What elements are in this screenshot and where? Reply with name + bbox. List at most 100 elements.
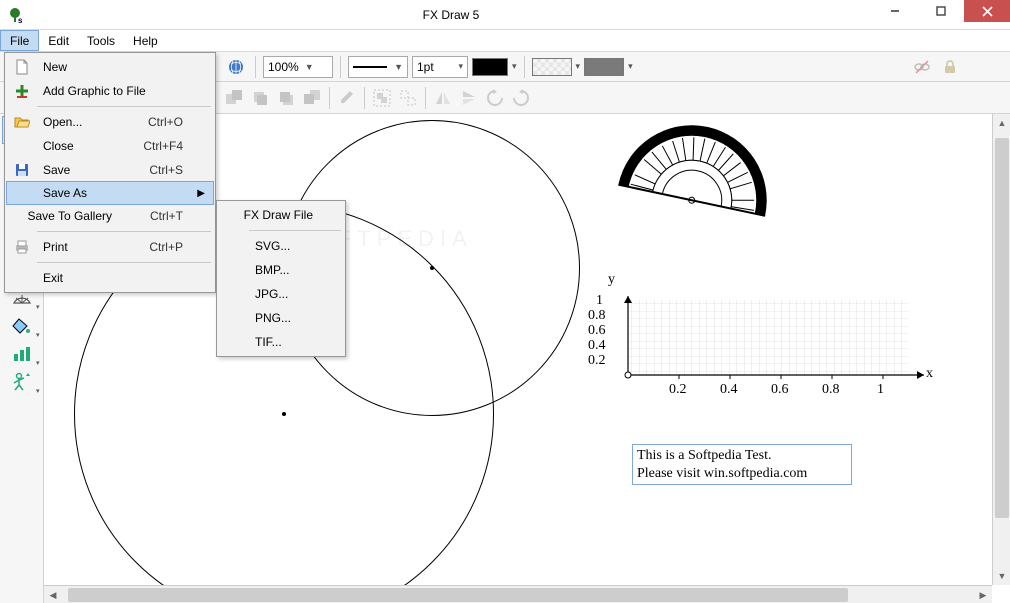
figure-tool[interactable]: ▾	[2, 368, 42, 396]
fill-tool[interactable]: ▾	[2, 312, 42, 340]
print-icon	[11, 240, 33, 254]
menu-separator	[249, 230, 341, 231]
text-line: This is a Softpedia Test.	[637, 447, 847, 465]
ungroup-icon[interactable]	[396, 86, 420, 110]
submenu-item-fxdraw[interactable]: FX Draw File	[219, 203, 343, 227]
dropdown-arrow-icon[interactable]: ▾	[628, 61, 633, 72]
stroke-color-well[interactable]	[472, 58, 508, 76]
dropdown-arrow-icon: ▾	[458, 61, 463, 72]
chevron-down-icon: ▾	[36, 303, 40, 311]
flip-v-icon[interactable]	[457, 86, 481, 110]
submenu-item-jpg[interactable]: JPG...	[219, 282, 343, 306]
text-line: Please visit win.softpedia.com	[637, 465, 847, 483]
vertical-scrollbar[interactable]: ▲ ▼	[992, 114, 1010, 585]
bring-front-icon[interactable]	[222, 86, 246, 110]
save-as-submenu: FX Draw File SVG... BMP... JPG... PNG...…	[216, 200, 346, 357]
protractor-shape[interactable]	[605, 114, 792, 233]
y-tick-label: 0.8	[588, 308, 606, 324]
x-tick-label: 0.4	[720, 382, 738, 398]
send-backward-icon[interactable]	[274, 86, 298, 110]
menu-item-save-as[interactable]: Save As ▶	[6, 181, 214, 205]
dropdown-arrow-icon[interactable]: ▾	[512, 61, 517, 72]
lineweight-value: 1pt	[417, 60, 434, 74]
menu-separator	[37, 262, 211, 263]
menu-item-add-graphic[interactable]: Add Graphic to File	[7, 79, 213, 103]
separator	[425, 87, 426, 109]
menu-item-print[interactable]: Print Ctrl+P	[7, 235, 213, 259]
dropdown-arrow-icon: ▼	[305, 62, 314, 72]
group-icon[interactable]	[370, 86, 394, 110]
menu-item-exit[interactable]: Exit	[7, 266, 213, 290]
add-icon	[11, 84, 33, 98]
menu-help[interactable]: Help	[124, 30, 167, 51]
menu-item-open[interactable]: Open... Ctrl+O	[7, 110, 213, 134]
separator	[340, 56, 341, 78]
scroll-right-button[interactable]: ▶	[974, 586, 992, 603]
scroll-down-button[interactable]: ▼	[993, 567, 1010, 585]
text-object[interactable]: This is a Softpedia Test. Please visit w…	[632, 444, 852, 485]
app-icon: s	[6, 6, 24, 24]
chart-tool[interactable]: ▾	[2, 340, 42, 368]
scroll-thumb[interactable]	[68, 588, 848, 602]
menu-separator	[37, 231, 211, 232]
linestyle-combo[interactable]: ▼	[348, 56, 408, 78]
circle-center-point	[282, 412, 286, 416]
menu-edit[interactable]: Edit	[39, 30, 78, 51]
x-tick-label: 0.6	[771, 382, 789, 398]
bring-forward-icon[interactable]	[248, 86, 272, 110]
svg-text:s: s	[18, 16, 23, 24]
flip-h-icon[interactable]	[431, 86, 455, 110]
minimize-button[interactable]	[872, 0, 918, 22]
save-icon	[11, 163, 33, 177]
chevron-down-icon: ▾	[36, 359, 40, 367]
file-menu-dropdown: New Add Graphic to File Open... Ctrl+O C…	[4, 52, 216, 293]
y-tick-label: 0.6	[588, 323, 606, 339]
menu-item-save-gallery[interactable]: Save To Gallery Ctrl+T	[7, 204, 213, 228]
scroll-up-button[interactable]: ▲	[993, 114, 1010, 132]
y-tick-label: 0.4	[588, 338, 606, 354]
folder-open-icon	[11, 115, 33, 129]
menu-item-new[interactable]: New	[7, 55, 213, 79]
chevron-down-icon: ▾	[36, 331, 40, 339]
fill-pattern-well[interactable]	[532, 58, 572, 76]
zoom-value: 100%	[268, 60, 299, 74]
scroll-thumb[interactable]	[995, 138, 1009, 518]
zoom-combo[interactable]: 100% ▼	[263, 56, 333, 78]
submenu-item-png[interactable]: PNG...	[219, 306, 343, 330]
axes-chart[interactable]: 1 0.8 0.6 0.4 0.2 y 0.2 0.4 0.6 0.8 1 x	[624, 296, 934, 395]
y-axis-label: y	[608, 272, 615, 288]
lineweight-combo[interactable]: 1pt ▾	[412, 56, 468, 78]
submenu-item-tif[interactable]: TIF...	[219, 330, 343, 354]
dropdown-arrow-icon[interactable]: ▾	[576, 61, 581, 72]
send-back-icon[interactable]	[300, 86, 324, 110]
brush-icon[interactable]	[335, 86, 359, 110]
menu-item-save[interactable]: Save Ctrl+S	[7, 158, 213, 182]
globe-tool-icon[interactable]	[224, 55, 248, 79]
fill-color-well[interactable]	[584, 58, 624, 76]
submenu-item-bmp[interactable]: BMP...	[219, 258, 343, 282]
maximize-button[interactable]	[918, 0, 964, 22]
rotate-right-icon[interactable]	[509, 86, 533, 110]
window-controls	[872, 0, 1010, 29]
x-axis-label: x	[926, 366, 933, 382]
menu-file[interactable]: File	[0, 30, 39, 51]
separator	[255, 56, 256, 78]
window-title: FX Draw 5	[30, 8, 872, 22]
menu-item-close[interactable]: Close Ctrl+F4	[7, 134, 213, 158]
unlink-icon	[910, 55, 934, 79]
separator	[524, 56, 525, 78]
menu-tools[interactable]: Tools	[78, 30, 124, 51]
rotate-left-icon[interactable]	[483, 86, 507, 110]
new-file-icon	[11, 59, 33, 75]
scroll-left-button[interactable]: ◀	[44, 586, 62, 603]
horizontal-scrollbar[interactable]: ◀ ▶	[44, 585, 992, 603]
x-tick-label: 0.8	[822, 382, 840, 398]
title-bar: s FX Draw 5	[0, 0, 1010, 30]
close-button[interactable]	[964, 0, 1010, 22]
circle-center-point	[430, 266, 434, 270]
submenu-arrow-icon: ▶	[197, 188, 205, 199]
x-tick-label: 0.2	[669, 382, 687, 398]
menu-separator	[37, 106, 211, 107]
submenu-item-svg[interactable]: SVG...	[219, 234, 343, 258]
separator	[329, 87, 330, 109]
